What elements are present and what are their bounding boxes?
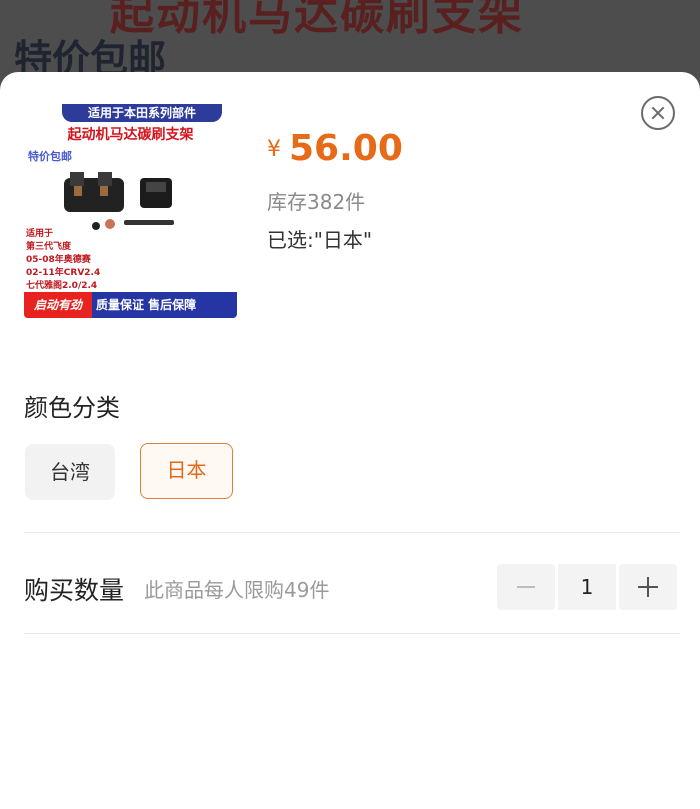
decrease-quantity-button[interactable]	[497, 564, 555, 610]
background-product-title: 起动机马达碳刷支架	[110, 0, 524, 40]
quantity-label: 购买数量	[24, 576, 125, 605]
product-image-strip-text: 质量保证 售后保障	[96, 298, 197, 312]
product-image: 适用于本田系列部件 起动机马达碳刷支架 特价包邮 适用于 第三代飞度 05-08…	[24, 104, 237, 318]
product-image-headline: 起动机马达碳刷支架	[67, 127, 194, 143]
product-image-bottom-strip: 启动有劲 质量保证 售后保障	[24, 292, 237, 318]
plus-icon-vertical	[647, 577, 649, 597]
fitment-line: 05-08年奥德赛	[26, 255, 91, 265]
stock-count: 库存382件	[267, 190, 366, 214]
divider	[24, 633, 680, 634]
price-value: 56.00	[289, 128, 403, 169]
product-image-badge: 特价包邮	[28, 150, 72, 163]
quantity-value[interactable]: 1	[558, 564, 616, 610]
product-image-strip-red: 启动有劲	[24, 292, 92, 318]
quantity-stepper: 1	[497, 564, 677, 610]
product-image-top-banner: 适用于本田系列部件	[62, 104, 222, 122]
selected-variant: 已选:"日本"	[267, 228, 373, 252]
fitment-line: 第三代飞度	[26, 242, 72, 252]
color-section-label: 颜色分类	[24, 394, 120, 422]
variant-option-japan[interactable]: 日本	[140, 443, 233, 499]
purchase-limit-text: 此商品每人限购49件	[144, 578, 330, 602]
close-icon[interactable]	[641, 96, 675, 130]
divider	[24, 532, 680, 533]
fitment-line: 适用于	[26, 229, 54, 239]
price: ¥56.00	[267, 128, 403, 169]
minus-icon	[517, 586, 535, 588]
variant-option-taiwan[interactable]: 台湾	[25, 444, 115, 500]
product-image-fitment: 适用于 第三代飞度 05-08年奥德赛 02-11年CRV2.4 七代雅阁2.0…	[26, 228, 116, 293]
fitment-line: 02-11年CRV2.4	[26, 268, 101, 278]
currency-symbol: ¥	[267, 137, 281, 162]
increase-quantity-button[interactable]	[619, 564, 677, 610]
